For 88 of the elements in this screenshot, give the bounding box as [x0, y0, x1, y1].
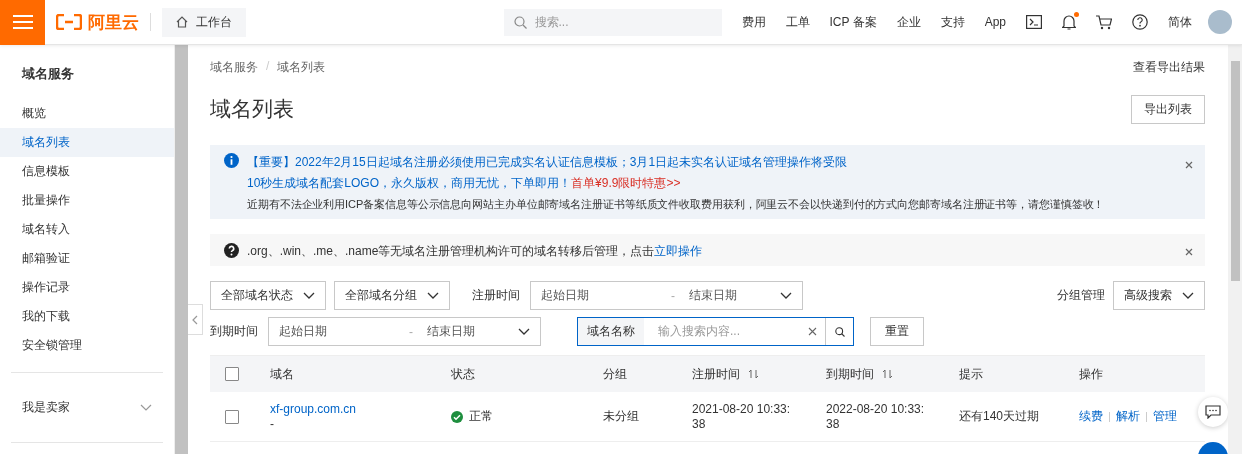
reset-button[interactable]: 重置	[870, 317, 924, 346]
info-icon	[224, 153, 239, 168]
table-cell: 2022-08-20 10:33:38	[826, 401, 926, 432]
chat-button[interactable]	[1198, 397, 1228, 427]
sort-icon[interactable]	[748, 369, 759, 379]
page-title: 域名列表	[210, 96, 294, 122]
notice-text: 近期有不法企业利用ICP备案信息等公示信息向网站主办单位邮寄域名注册证书等纸质文件收取费用获利，阿里云不会以快递到付的方式向您邮寄域名注册证书等，请您谨慎签收！	[247, 197, 1106, 211]
sidebar-item[interactable]: 域名列表	[0, 128, 174, 157]
column-header: 操作	[1079, 365, 1103, 383]
nav-link[interactable]: 工单	[785, 13, 810, 31]
filter-label: 注册时间	[472, 287, 520, 304]
column-header: 分组	[603, 365, 627, 383]
date-range-field[interactable]: 起始日期 - 结束日期	[268, 317, 541, 346]
help-icon	[224, 242, 239, 258]
close-button[interactable]	[1185, 248, 1193, 256]
bell-icon[interactable]	[1062, 14, 1076, 30]
sort-icon[interactable]	[882, 369, 893, 379]
sidebar-group[interactable]: 我是卖家	[22, 399, 70, 416]
advanced-search-button[interactable]: 高级搜索	[1113, 281, 1205, 310]
export-button[interactable]: 导出列表	[1131, 94, 1205, 124]
chat-icon	[1205, 405, 1221, 419]
promo-link[interactable]: 10秒生成域名配套LOGO，永久版权，商用无忧，下单即用！首单¥9.9限时特惠>>	[247, 176, 1177, 190]
sidebar-item[interactable]: 操作记录	[0, 273, 174, 302]
scrollbar[interactable]	[1228, 45, 1242, 454]
sidebar-item[interactable]: 我的下载	[0, 302, 174, 331]
sidebar-item[interactable]: 邮箱验证	[0, 244, 174, 273]
home-icon	[176, 16, 188, 28]
check-circle-icon	[451, 410, 463, 423]
column-header: 状态	[451, 365, 475, 383]
sidebar-title: 域名服务	[20, 65, 75, 83]
menu-button[interactable]	[0, 0, 45, 45]
column-header: 到期时间	[826, 365, 874, 383]
breadcrumb-link[interactable]: 域名列表	[277, 58, 326, 76]
help-icon[interactable]	[1132, 14, 1148, 30]
action-link[interactable]: 立即操作	[654, 244, 703, 258]
promo-offer[interactable]: 首单¥9.9限时特惠>>	[571, 176, 681, 190]
scrollbar[interactable]	[174, 45, 188, 454]
filter-label: 到期时间	[210, 323, 258, 340]
action-link[interactable]: 解析	[1116, 408, 1140, 425]
nav-link[interactable]: 费用	[741, 13, 766, 31]
action-link[interactable]: 管理	[1153, 408, 1177, 425]
column-header: 域名	[270, 365, 294, 383]
sidebar-item[interactable]: 概览	[0, 99, 174, 128]
date-range-field[interactable]: 起始日期 - 结束日期	[530, 281, 803, 310]
cart-icon[interactable]	[1096, 14, 1112, 30]
breadcrumb-separator: /	[266, 58, 270, 75]
chevron-down-icon	[518, 327, 530, 336]
logo-icon	[56, 14, 82, 30]
chevron-down-icon	[303, 291, 315, 300]
column-header: 提示	[959, 365, 983, 383]
sidebar-item[interactable]: 域名转入	[0, 215, 174, 244]
terminal-icon[interactable]	[1026, 15, 1042, 29]
status-select[interactable]: 全部域名状态	[210, 281, 326, 310]
sidebar-item[interactable]: 安全锁管理	[0, 331, 174, 360]
chevron-left-icon	[192, 314, 198, 325]
breadcrumb-link[interactable]: 域名服务	[210, 58, 258, 76]
table-cell-text: -	[270, 416, 275, 432]
menu-icon	[12, 15, 33, 29]
select-all-checkbox[interactable]	[225, 367, 239, 381]
group-manage-link[interactable]: 分组管理	[1057, 287, 1105, 304]
close-button[interactable]	[1185, 161, 1193, 169]
export-results-link[interactable]: 查看导出结果	[1133, 58, 1205, 76]
close-icon	[1185, 161, 1193, 169]
sidebar-item[interactable]: 信息模板	[0, 157, 174, 186]
nav-link[interactable]: 企业	[896, 13, 921, 31]
table-cell-text: 未分组	[603, 409, 640, 424]
sidebar-item[interactable]: 批量操作	[0, 186, 174, 215]
chevron-down-icon	[780, 291, 792, 300]
close-icon	[1185, 248, 1193, 256]
nav-link[interactable]: App	[984, 15, 1006, 29]
status-text: 正常	[469, 409, 493, 424]
workbench-button[interactable]: 工作台	[162, 7, 246, 37]
notice-text: .org、.win、.me、.name等无域名注册管理机构许可的域名转移后管理，点击立即操作	[247, 244, 704, 258]
action-link[interactable]: 续费	[1079, 408, 1103, 425]
chevron-down-icon	[1182, 291, 1194, 300]
column-header: 注册时间	[692, 365, 740, 383]
language-link[interactable]: 简体	[1168, 13, 1192, 31]
row-checkbox[interactable]	[225, 409, 239, 424]
group-select[interactable]: 全部域名分组	[334, 281, 450, 310]
table-cell: 2021-08-20 10:33:38	[692, 401, 792, 432]
search-icon	[513, 15, 527, 29]
nav-link[interactable]: ICP 备案	[829, 13, 877, 31]
notice-link[interactable]: 【重要】2022年2月15日起域名注册必须使用已完成实名认证信息模板；3月1日起未实名认证域名管理操作将受限	[247, 155, 1177, 169]
brand-name: 阿里云	[88, 11, 139, 34]
nav-link[interactable]: 支持	[940, 13, 965, 31]
domain-link[interactable]: xf-group.com.cn	[270, 401, 451, 417]
chevron-down-icon	[427, 291, 439, 300]
table-cell-text: 还有140天过期	[959, 409, 1041, 424]
